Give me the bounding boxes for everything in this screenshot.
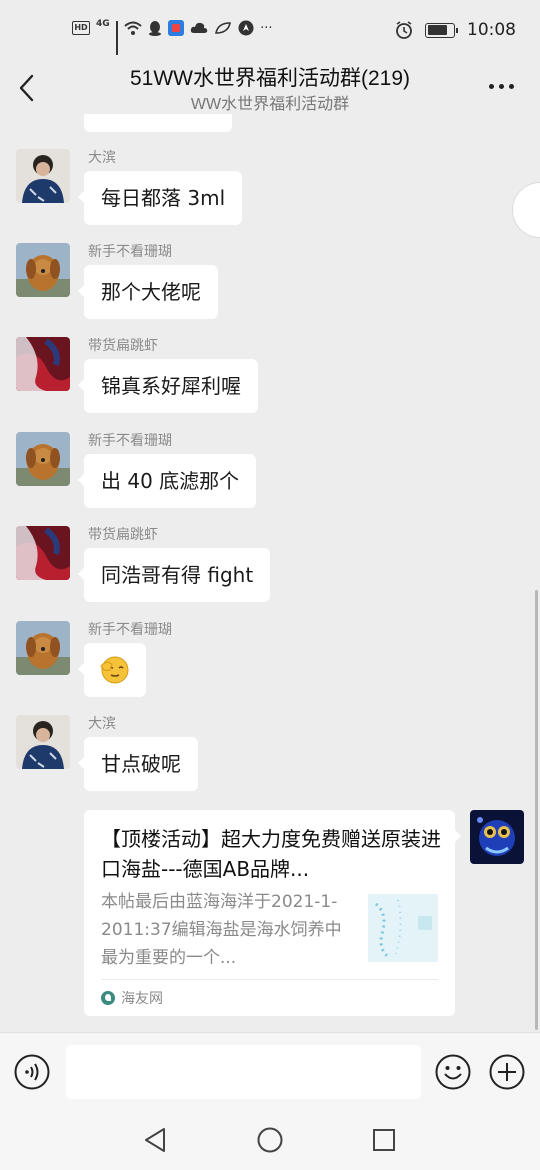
voice-input-button[interactable] bbox=[14, 1054, 50, 1090]
signal-icon bbox=[115, 21, 119, 55]
card-description: 本帖最后由蓝海海洋于2021-1-2011:37编辑海盐是海水饲养中最为重要的一… bbox=[101, 892, 342, 968]
battery-icon bbox=[425, 22, 458, 38]
source-logo-icon bbox=[101, 991, 115, 1005]
shared-link-card[interactable]: 【顶楼活动】超大力度免费赠送原装进口海盐---德国AB品牌... 本帖最后由蓝海… bbox=[84, 810, 461, 1016]
message-bubble[interactable]: 那个大佬呢 bbox=[78, 265, 218, 319]
message-bubble[interactable]: 同浩哥有得 fight bbox=[77, 548, 271, 602]
message-bubble[interactable]: 出 40 底滤那个 bbox=[77, 454, 257, 508]
input-bar bbox=[0, 1032, 540, 1112]
location-icon bbox=[238, 20, 254, 36]
network-type: 4G bbox=[96, 19, 110, 29]
message-bubble[interactable]: 每日都落 3ml bbox=[77, 171, 243, 225]
message-bubble[interactable] bbox=[78, 643, 146, 697]
sender-name: 大滨 bbox=[88, 150, 116, 166]
card-divider bbox=[101, 979, 438, 980]
more-options-button[interactable] bbox=[489, 84, 514, 89]
my-avatar[interactable] bbox=[470, 810, 524, 864]
sender-name: 带货扁跳虾 bbox=[88, 527, 158, 543]
more-notifications-icon: ··· bbox=[260, 20, 273, 36]
cloud-icon bbox=[190, 22, 208, 33]
floating-side-tab[interactable] bbox=[512, 182, 540, 238]
leaf-icon bbox=[215, 22, 232, 34]
card-thumbnail bbox=[368, 894, 438, 962]
clock-time: 10:08 bbox=[467, 20, 516, 40]
card-title: 【顶楼活动】超大力度免费赠送原装进口海盐---德国AB品牌... bbox=[101, 827, 441, 881]
sender-name: 新手不看珊瑚 bbox=[88, 244, 172, 260]
message-input[interactable] bbox=[66, 1045, 421, 1099]
chat-title: 51WW水世界福利活动群(219) bbox=[129, 67, 411, 90]
system-nav-bar bbox=[0, 1112, 540, 1170]
chat-header: 51WW水世界福利活动群(219) WW水世界福利活动群 bbox=[0, 62, 540, 114]
qq-icon bbox=[149, 21, 162, 36]
wifi-icon bbox=[124, 21, 142, 35]
nav-home-icon[interactable] bbox=[257, 1127, 283, 1153]
card-source-name: 海友网 bbox=[121, 991, 163, 1007]
card-source: 海友网 bbox=[101, 988, 163, 1008]
message-bubble[interactable]: 甘点破呢 bbox=[78, 737, 198, 791]
face-palm-emoji-icon bbox=[100, 656, 129, 684]
emoji-button[interactable] bbox=[435, 1054, 471, 1090]
more-actions-button[interactable] bbox=[489, 1054, 525, 1090]
sender-name: 带货扁跳虾 bbox=[88, 338, 158, 354]
message-list[interactable]: 大滨 每日都落 3ml 新手不看珊瑚 那个大佬呢 带货扁跳虾 锦真系好犀利喔 新… bbox=[0, 114, 540, 1032]
status-bar: HD 4G ··· 10:08 bbox=[0, 0, 540, 62]
nav-back-icon[interactable] bbox=[142, 1126, 168, 1154]
hd-indicator: HD bbox=[72, 21, 90, 35]
avatar[interactable] bbox=[16, 243, 70, 297]
avatar[interactable] bbox=[16, 337, 70, 391]
message-bubble-partial bbox=[84, 114, 232, 132]
avatar[interactable] bbox=[16, 149, 70, 203]
scrollbar[interactable] bbox=[535, 590, 538, 1030]
sender-name: 新手不看珊瑚 bbox=[88, 433, 172, 449]
avatar[interactable] bbox=[16, 432, 70, 486]
alarm-icon bbox=[396, 21, 412, 39]
nav-recent-apps-icon[interactable] bbox=[372, 1128, 396, 1152]
sender-name: 大滨 bbox=[88, 716, 116, 732]
avatar[interactable] bbox=[16, 526, 70, 580]
avatar[interactable] bbox=[16, 715, 70, 769]
sender-name: 新手不看珊瑚 bbox=[88, 622, 172, 638]
avatar[interactable] bbox=[16, 621, 70, 675]
chat-subtitle: WW水世界福利活动群 bbox=[190, 96, 350, 113]
message-bubble[interactable]: 锦真系好犀利喔 bbox=[78, 359, 258, 413]
app-notification-icon bbox=[168, 20, 185, 36]
